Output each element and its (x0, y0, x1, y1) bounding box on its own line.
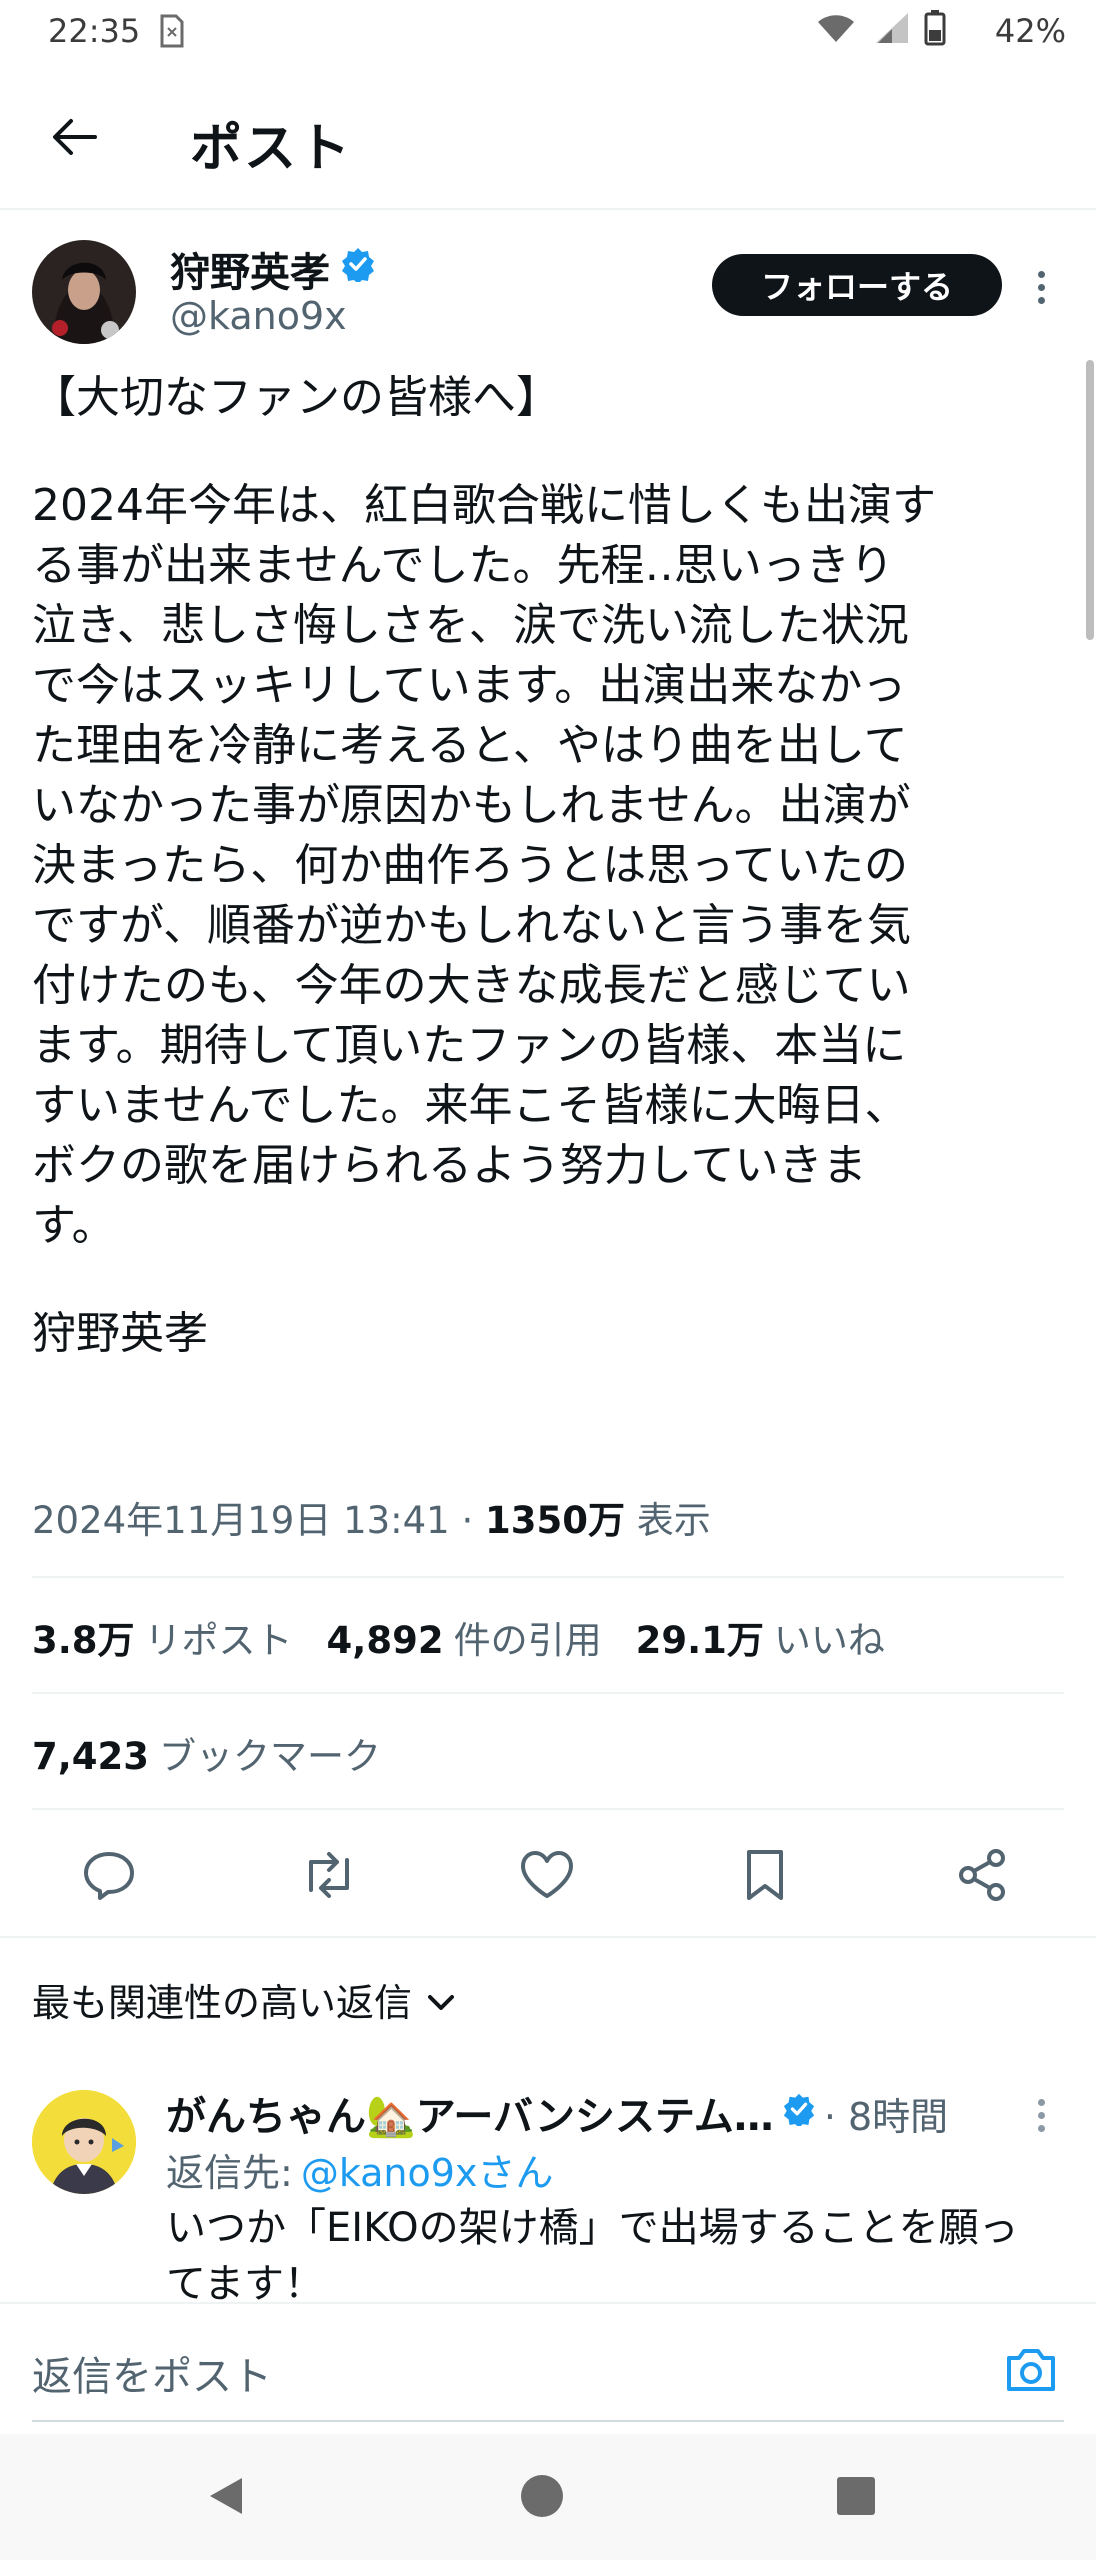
reply-input[interactable]: 返信をポスト (32, 2344, 272, 2402)
nav-home-icon[interactable] (512, 2466, 572, 2526)
battery-percent: 42% (994, 12, 1066, 50)
arrow-left-icon (53, 119, 97, 155)
back-button[interactable] (40, 102, 110, 172)
status-bar: 22:35 42% (0, 0, 1096, 62)
tweet-date[interactable]: 2024年11月19日 13:41 (32, 1499, 450, 1542)
reply-more-options-icon[interactable] (1026, 2090, 1056, 2140)
input-underline (32, 2420, 1064, 2422)
camera-icon[interactable] (996, 2340, 1066, 2400)
reply-author-row[interactable]: がんちゃん🏡アーバンシステム… · 8時間 (166, 2084, 948, 2142)
meta-separator: · (461, 1499, 474, 1542)
reply-text: いつか「EIKOの架け橋」で出場することを願っ てます！ (166, 2200, 1066, 2312)
tweet-line: す。 (32, 1200, 116, 1251)
system-navigation-bar (0, 2434, 1096, 2560)
tweet-line: 決まったら、何か曲作ろうとは思っていたの (32, 840, 909, 891)
tweet-line: ですが、順番が逆かもしれないと言う事を気 (32, 900, 912, 951)
tweet-line: で今はスッキリしています。出演出来なかっ (32, 660, 907, 711)
battery-icon (924, 10, 946, 50)
tweet-line: 付けたのも、今年の大きな成長だと感じてい (32, 960, 911, 1011)
bookmark-count[interactable]: 7,423 ブックマーク (32, 1726, 381, 1780)
page-title: ポスト (190, 119, 353, 179)
reply-to-line: 返信先: @kano9xさん (166, 2142, 553, 2197)
tweet-text: 【大切なファンの皆様へ】 2024年今年は、紅白歌合戦に惜しくも出演す る事が出… (32, 368, 1072, 1364)
like-count[interactable]: 29.1万 いいね (636, 1610, 885, 1664)
chevron-down-icon[interactable] (426, 1978, 456, 2022)
status-time: 22:35 (48, 12, 141, 50)
tweet-line: る事が出来ませんでした。先程‥思いっきり (32, 540, 894, 591)
verified-badge-icon (340, 246, 376, 292)
bookmark-icon[interactable] (730, 1840, 800, 1910)
scrollbar[interactable] (1086, 360, 1094, 640)
heart-icon[interactable] (512, 1840, 582, 1910)
nav-back-icon[interactable] (196, 2466, 256, 2526)
reply-timestamp: · 8時間 (823, 2094, 949, 2139)
tweet-meta: 2024年11月19日 13:41 · 1350万 表示 (32, 1490, 711, 1544)
tweet-line: た理由を冷静に考えると、やはり曲を出して (32, 720, 908, 771)
reply-text-line: いつか「EIKOの架け橋」で出場することを願っ (166, 2205, 1019, 2251)
reply-avatar[interactable] (32, 2090, 136, 2194)
divider (0, 1936, 1096, 1938)
more-options-icon[interactable] (1026, 262, 1056, 312)
divider (32, 1692, 1064, 1694)
wifi-icon (816, 12, 856, 48)
verified-badge-icon (782, 2090, 816, 2136)
author-handle[interactable]: @kano9x (170, 294, 347, 338)
tweet-line: ボクの歌を届けられるよう努力していきま (32, 1140, 867, 1191)
tweet-line: 泣き、悲しさ悔しさを、涙で洗い流した状況 (32, 600, 909, 651)
engagement-stats: 3.8万 リポスト 4,892 件の引用 29.1万 いいね (32, 1610, 885, 1664)
tweet-line: すいませんでした。来年こそ皆様に大晦日、 (32, 1080, 909, 1131)
reply-sort-label[interactable]: 最も関連性の高い返信 (32, 1972, 412, 2027)
author-avatar[interactable] (32, 240, 136, 344)
tweet-line: いなかった事が原因かもしれません。出演が (32, 780, 911, 831)
reply-compose-bar: 返信をポスト (0, 2302, 1096, 2434)
author-name[interactable]: 狩野英孝 (170, 240, 330, 298)
top-app-bar: ポスト (0, 62, 1096, 210)
reply-icon[interactable] (74, 1840, 144, 1910)
tweet-line: 2024年今年は、紅白歌合戦に惜しくも出演す (32, 480, 936, 531)
action-bar (0, 1830, 1096, 1920)
status-icons (816, 10, 946, 50)
repost-icon[interactable] (294, 1840, 364, 1910)
reply-author-name[interactable]: がんちゃん🏡アーバンシステム… (166, 2084, 774, 2142)
tweet-signature: 狩野英孝 (32, 1308, 208, 1359)
view-count: 1350万 (485, 1499, 625, 1542)
tweet-heading: 【大切なファンの皆様へ】 (32, 372, 560, 423)
signal-icon (870, 11, 910, 49)
reply-to-handle[interactable]: @kano9xさん (301, 2151, 554, 2195)
author-name-row[interactable]: 狩野英孝 (170, 240, 376, 298)
divider (32, 1808, 1064, 1810)
share-icon[interactable] (948, 1840, 1018, 1910)
view-label: 表示 (636, 1499, 711, 1542)
reply-sort-dropdown[interactable]: 最も関連性の高い返信 (32, 1972, 456, 2027)
sim-icon (158, 14, 186, 52)
follow-button[interactable]: フォローする (712, 254, 1002, 316)
repost-count[interactable]: 3.8万 リポスト (32, 1610, 293, 1664)
tweet-line: ます。期待して頂いたファンの皆様、本当に (32, 1020, 907, 1071)
quote-count[interactable]: 4,892 件の引用 (327, 1610, 602, 1664)
reply-to-label: 返信先: (166, 2151, 293, 2195)
nav-recents-icon[interactable] (826, 2466, 886, 2526)
divider (32, 1576, 1064, 1578)
